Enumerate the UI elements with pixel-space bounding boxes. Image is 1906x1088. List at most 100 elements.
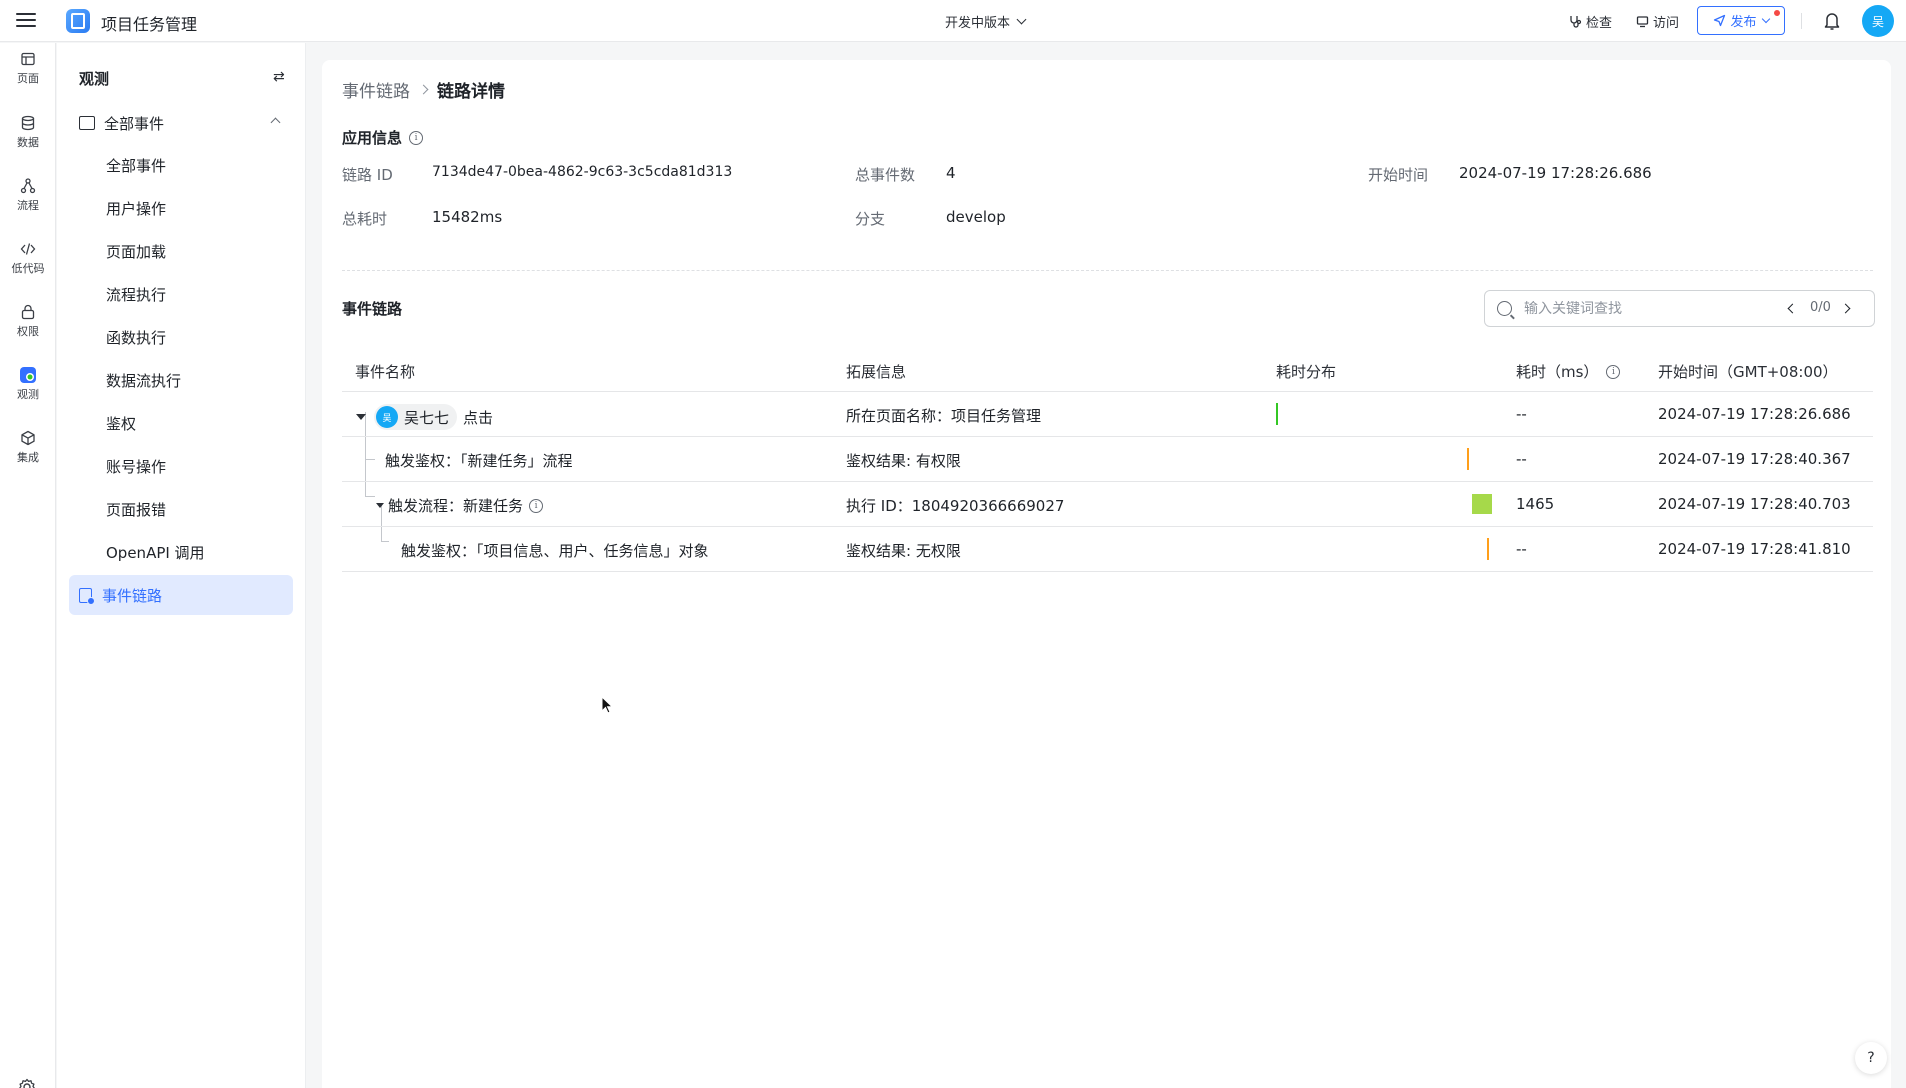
settings-gear-icon[interactable] xyxy=(17,1077,37,1088)
sidebar-item-account-ops[interactable]: 账号操作 xyxy=(106,456,166,477)
breadcrumb-parent[interactable]: 事件链路 xyxy=(342,77,410,102)
duration-bar xyxy=(1471,494,1492,514)
user-chip: 吴 吴七七 xyxy=(374,404,458,430)
rail-label: 页面 xyxy=(17,71,39,85)
app-info-title: 应用信息 i xyxy=(342,127,424,148)
rail-item-flow[interactable]: 流程 xyxy=(0,170,56,220)
info-icon[interactable]: i xyxy=(529,498,544,513)
section-title-text: 事件链路 xyxy=(342,300,403,318)
duration-cell: -- xyxy=(1516,450,1527,468)
check-button[interactable]: 检查 xyxy=(1569,12,1612,31)
help-icon[interactable]: ? xyxy=(1855,1042,1887,1074)
col-ext-info: 拓展信息 xyxy=(846,363,907,381)
visit-button[interactable]: 访问 xyxy=(1636,12,1679,31)
table-row[interactable]: 触发鉴权：「新建任务」流程 鉴权结果: 有权限 -- 2024-07-19 17… xyxy=(342,437,1873,482)
col-event-name: 事件名称 xyxy=(355,363,416,381)
sidebar-item-event-chain[interactable]: 事件链路 xyxy=(69,575,293,615)
branch-value: develop xyxy=(946,208,1006,226)
chevron-right-icon[interactable] xyxy=(1840,303,1851,314)
col-duration-dist: 耗时分布 xyxy=(1276,363,1337,381)
collapse-caret-icon[interactable] xyxy=(376,503,384,508)
start-time-cell: 2024-07-19 17:28:41.810 xyxy=(1658,540,1851,558)
sidebar-group-all-events[interactable]: 全部事件 xyxy=(79,109,289,137)
chevron-up-icon xyxy=(270,117,281,128)
branch-label: 分支 xyxy=(855,210,886,228)
sidebar-item-dataflow-exec[interactable]: 数据流执行 xyxy=(106,370,181,391)
sidebar-title: 观测 xyxy=(79,70,110,88)
collapse-caret-icon[interactable] xyxy=(356,414,366,420)
start-time-cell: 2024-07-19 17:28:40.703 xyxy=(1658,495,1851,513)
rail-item-observe[interactable]: 观测 xyxy=(0,359,56,409)
sidebar-item-all-events[interactable]: 全部事件 xyxy=(106,155,166,176)
event-count-value: 4 xyxy=(946,164,956,182)
sidebar-item-flow-exec[interactable]: 流程执行 xyxy=(106,284,166,305)
table-row[interactable]: 触发流程：新建任务 i 执行 ID：1804920366669027 1465 … xyxy=(342,482,1873,527)
rail-item-data[interactable]: 数据 xyxy=(0,107,56,157)
info-icon[interactable]: i xyxy=(409,130,424,145)
breadcrumb: 事件链路 链路详情 xyxy=(342,77,505,102)
page-title: 链路详情 xyxy=(437,82,505,102)
duration-cell: -- xyxy=(1516,405,1527,423)
start-time-label: 开始时间 xyxy=(1368,166,1429,184)
user-name: 吴七七 xyxy=(404,408,450,427)
secondary-sidebar: 观测 ⇄ 全部事件 全部事件 用户操作 页面加载 流程执行 函数执行 数据流执行… xyxy=(57,43,306,1088)
hamburger-menu-icon[interactable] xyxy=(16,10,36,30)
page-icon xyxy=(20,51,36,67)
event-name-cell: 吴 吴七七 点击 xyxy=(356,404,493,430)
database-icon xyxy=(20,115,36,131)
rail-label: 集成 xyxy=(17,450,39,464)
info-icon[interactable]: i xyxy=(1606,364,1621,379)
flow-icon xyxy=(20,177,36,194)
start-time-cell: 2024-07-19 17:28:26.686 xyxy=(1658,405,1851,423)
col-duration: 耗时（ms） i xyxy=(1516,361,1621,382)
duration-cell: -- xyxy=(1516,540,1527,558)
event-name: 点击 xyxy=(463,408,494,427)
user-avatar[interactable]: 吴 xyxy=(1862,5,1894,37)
ext-info-cell: 所在页面名称：项目任务管理 xyxy=(846,407,1042,425)
top-bar: 项目任务管理 开发中版本 检查 访问 发布 吴 xyxy=(0,0,1906,42)
rail-item-permission[interactable]: 权限 xyxy=(0,296,56,346)
publish-button[interactable]: 发布 xyxy=(1697,6,1785,35)
sidebar-item-function-exec[interactable]: 函数执行 xyxy=(106,327,166,348)
start-time-cell: 2024-07-19 17:28:40.367 xyxy=(1658,450,1851,468)
rail-label: 低代码 xyxy=(11,261,45,275)
start-time-value: 2024-07-19 17:28:26.686 xyxy=(1459,164,1652,182)
col-duration-label: 耗时（ms） xyxy=(1516,363,1599,381)
sidebar-item-page-load[interactable]: 页面加载 xyxy=(106,241,166,262)
sidebar-item-auth[interactable]: 鉴权 xyxy=(106,413,136,434)
rail-label: 数据 xyxy=(17,135,39,149)
version-selector[interactable]: 开发中版本 xyxy=(945,12,1027,31)
sidebar-item-openapi[interactable]: OpenAPI 调用 xyxy=(106,542,205,563)
event-name-cell: 触发流程：新建任务 i xyxy=(376,495,544,516)
sidebar-item-page-errors[interactable]: 页面报错 xyxy=(106,499,166,520)
bell-icon[interactable] xyxy=(1823,11,1841,31)
table-row[interactable]: 吴 吴七七 点击 所在页面名称：项目任务管理 -- 2024-07-19 17:… xyxy=(342,392,1873,437)
rail-label: 流程 xyxy=(17,198,39,212)
stethoscope-icon xyxy=(1570,16,1582,28)
ext-info-cell: 鉴权结果: 无权限 xyxy=(846,542,961,560)
event-name: 触发流程：新建任务 xyxy=(388,497,524,515)
table-row[interactable]: 触发鉴权：「项目信息、用户、任务信息」对象 鉴权结果: 无权限 -- 2024-… xyxy=(342,527,1873,572)
cube-icon xyxy=(20,430,36,446)
rail-item-lowcode[interactable]: 低代码 xyxy=(0,233,56,283)
trace-id-label: 链路 ID xyxy=(342,166,393,184)
rail-item-integration[interactable]: 集成 xyxy=(0,422,56,472)
ext-info-cell: 鉴权结果: 有权限 xyxy=(846,452,961,470)
chevron-right-icon xyxy=(418,84,429,95)
duration-value: 15482ms xyxy=(432,208,503,226)
search-input[interactable] xyxy=(1524,300,1774,317)
chevron-left-icon[interactable] xyxy=(1787,303,1798,314)
rail-item-page[interactable]: 页面 xyxy=(0,43,56,93)
section-divider xyxy=(342,270,1873,271)
version-label: 开发中版本 xyxy=(945,16,1011,31)
send-icon xyxy=(1714,14,1726,27)
code-icon xyxy=(20,241,36,257)
sidebar-item-user-actions[interactable]: 用户操作 xyxy=(106,198,166,219)
table-header: 事件名称 拓展信息 耗时分布 耗时（ms） i 开始时间（GMT+08:00） xyxy=(342,348,1873,392)
check-label: 检查 xyxy=(1586,16,1613,31)
event-chain-title: 事件链路 xyxy=(342,298,402,319)
lock-icon xyxy=(20,304,36,320)
observe-icon xyxy=(20,366,36,383)
switch-icon[interactable]: ⇄ xyxy=(273,69,285,85)
col-start-time: 开始时间（GMT+08:00） xyxy=(1658,363,1838,381)
